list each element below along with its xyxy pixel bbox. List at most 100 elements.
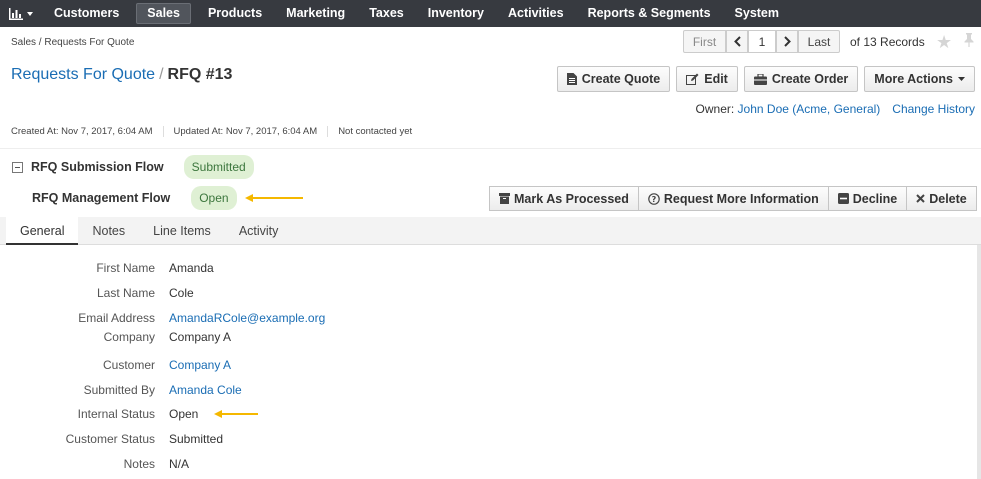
change-history-link[interactable]: Change History bbox=[892, 102, 975, 116]
field-label: Company bbox=[103, 330, 155, 344]
workflow-submission-badge: Submitted bbox=[183, 155, 254, 179]
page-actions: Create Quote Edit Create Order More Acti… bbox=[556, 66, 975, 92]
field-internal-status: Internal Status Open bbox=[0, 407, 260, 421]
create-quote-label: Create Quote bbox=[581, 72, 661, 86]
title-parent-link[interactable]: Requests For Quote bbox=[11, 66, 155, 83]
nav-taxes[interactable]: Taxes bbox=[357, 0, 416, 27]
create-order-label: Create Order bbox=[771, 72, 849, 86]
field-label: Customer Status bbox=[65, 432, 155, 446]
more-actions-label: More Actions bbox=[874, 72, 953, 86]
request-info-label: Request More Information bbox=[663, 191, 819, 206]
pager-prev-button[interactable] bbox=[726, 30, 748, 53]
field-customer-status: Customer Status Submitted bbox=[0, 432, 223, 446]
bar-chart-icon bbox=[9, 7, 23, 20]
scrollbar[interactable] bbox=[977, 245, 981, 479]
owner-link[interactable]: John Doe (Acme, General) bbox=[738, 102, 881, 116]
field-value: Submitted bbox=[169, 432, 224, 446]
pager-first-button[interactable]: First bbox=[683, 30, 726, 53]
collapse-toggle[interactable] bbox=[12, 161, 23, 173]
field-label: Email Address bbox=[78, 311, 155, 325]
tab-line-items[interactable]: Line Items bbox=[139, 217, 225, 245]
updated-at: Updated At: Nov 7, 2017, 6:04 AM bbox=[162, 126, 328, 137]
pager-page-input[interactable]: 1 bbox=[748, 30, 776, 53]
nav-reports-segments[interactable]: Reports & Segments bbox=[576, 0, 723, 27]
chevron-right-icon bbox=[783, 36, 791, 47]
dashboard-menu[interactable] bbox=[0, 0, 42, 27]
workflow-management-label: RFQ Management Flow bbox=[32, 191, 171, 205]
decline-button[interactable]: Decline bbox=[827, 186, 908, 211]
field-value: Open bbox=[169, 407, 199, 421]
pin-icon[interactable] bbox=[964, 33, 974, 50]
field-company: Company Company A bbox=[0, 330, 231, 344]
email-link[interactable]: AmandaRCole@example.org bbox=[169, 311, 325, 325]
field-value: Company A bbox=[169, 330, 232, 344]
close-icon bbox=[916, 194, 925, 203]
tabs: General Notes Line Items Activity bbox=[0, 217, 981, 245]
field-customer: Customer Company A bbox=[0, 358, 231, 372]
submitted-by-link[interactable]: Amanda Cole bbox=[169, 383, 242, 397]
field-last-name: Last Name Cole bbox=[0, 286, 194, 300]
field-submitted-by: Submitted By Amanda Cole bbox=[0, 383, 242, 397]
nav-activities[interactable]: Activities bbox=[496, 0, 576, 27]
pager-next-button[interactable] bbox=[776, 30, 798, 53]
tab-notes[interactable]: Notes bbox=[78, 217, 139, 245]
workflow-management: RFQ Management Flow Open bbox=[32, 186, 307, 210]
field-label: Last Name bbox=[96, 286, 155, 300]
title-separator: / bbox=[159, 66, 164, 83]
request-info-button[interactable]: ? Request More Information bbox=[637, 186, 829, 211]
field-value: N/A bbox=[169, 457, 190, 471]
arrow-left-icon bbox=[214, 410, 259, 418]
divider bbox=[0, 148, 981, 149]
customer-link[interactable]: Company A bbox=[169, 358, 231, 372]
favorite-star-icon[interactable]: ★ bbox=[936, 32, 952, 53]
field-label: Submitted By bbox=[83, 383, 155, 397]
edit-icon bbox=[686, 73, 699, 85]
record-meta: Created At: Nov 7, 2017, 6:04 AM Updated… bbox=[11, 126, 422, 137]
workflow-management-badge: Open bbox=[191, 186, 237, 210]
create-order-button[interactable]: Create Order bbox=[743, 66, 859, 92]
workflow-submission-label: RFQ Submission Flow bbox=[31, 160, 164, 174]
nav-system[interactable]: System bbox=[723, 0, 791, 27]
owner-info: Owner: John Doe (Acme, General) Change Hi… bbox=[696, 102, 975, 116]
nav-sales[interactable]: Sales bbox=[136, 3, 191, 24]
nav-products[interactable]: Products bbox=[196, 0, 274, 27]
field-label: First Name bbox=[96, 261, 155, 275]
svg-text:?: ? bbox=[652, 195, 657, 204]
record-pager: First 1 Last of 13 Records bbox=[683, 30, 925, 53]
breadcrumb: Sales / Requests For Quote bbox=[11, 37, 135, 48]
field-value: Cole bbox=[169, 286, 194, 300]
edit-button[interactable]: Edit bbox=[676, 66, 738, 92]
chevron-left-icon bbox=[733, 36, 741, 47]
field-email: Email Address AmandaRCole@example.org bbox=[0, 311, 325, 325]
pager-last-button[interactable]: Last bbox=[798, 30, 840, 53]
minus-square-icon bbox=[837, 193, 849, 204]
file-icon bbox=[566, 73, 577, 85]
edit-label: Edit bbox=[704, 72, 728, 86]
archive-icon bbox=[499, 193, 510, 204]
nav-inventory[interactable]: Inventory bbox=[416, 0, 496, 27]
mark-processed-button[interactable]: Mark As Processed bbox=[489, 186, 639, 211]
workflow-actions: Mark As Processed ? Request More Informa… bbox=[489, 186, 977, 211]
delete-label: Delete bbox=[929, 191, 967, 206]
nav-marketing[interactable]: Marketing bbox=[274, 0, 357, 27]
delete-button[interactable]: Delete bbox=[906, 186, 977, 211]
briefcase-icon bbox=[753, 73, 767, 85]
field-label: Internal Status bbox=[77, 407, 155, 421]
more-actions-button[interactable]: More Actions bbox=[864, 66, 975, 92]
contact-status: Not contacted yet bbox=[327, 126, 422, 137]
top-navigation: Customers Sales Products Marketing Taxes… bbox=[0, 0, 981, 27]
field-label: Notes bbox=[123, 457, 155, 471]
create-quote-button[interactable]: Create Quote bbox=[556, 66, 671, 92]
title-current: RFQ #13 bbox=[167, 66, 233, 83]
field-value: Amanda bbox=[169, 261, 214, 275]
tab-general[interactable]: General bbox=[6, 217, 79, 245]
field-first-name: First Name Amanda bbox=[0, 261, 214, 275]
decline-label: Decline bbox=[852, 191, 898, 206]
nav-customers[interactable]: Customers bbox=[42, 0, 131, 27]
tab-activity[interactable]: Activity bbox=[225, 217, 293, 245]
pager-record-count: of 13 Records bbox=[850, 34, 925, 49]
created-at: Created At: Nov 7, 2017, 6:04 AM bbox=[11, 126, 153, 137]
field-notes: Notes N/A bbox=[0, 457, 189, 471]
page-title: Requests For Quote / RFQ #13 bbox=[11, 66, 232, 84]
mark-processed-label: Mark As Processed bbox=[514, 191, 629, 206]
